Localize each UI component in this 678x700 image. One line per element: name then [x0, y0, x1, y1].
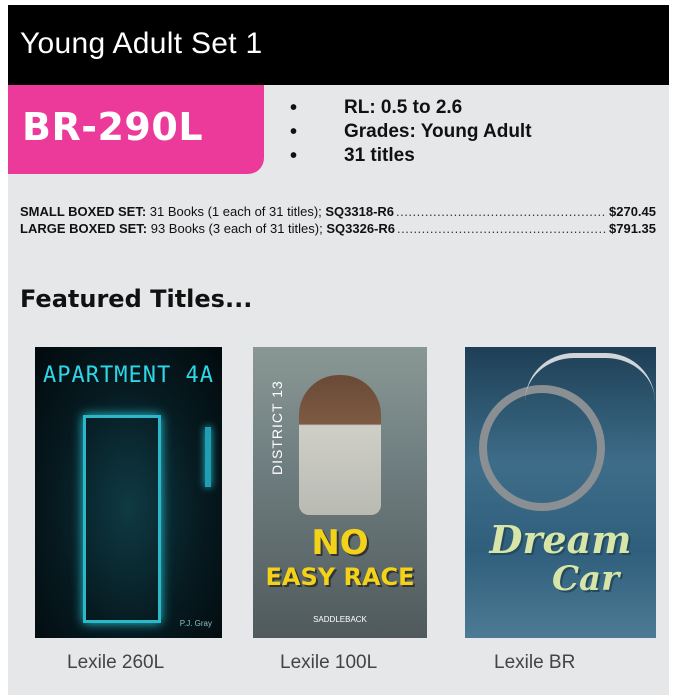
- detail-title-count: • 31 titles: [290, 145, 415, 167]
- lexile-badge: BR-290L: [8, 85, 264, 174]
- dot-leader: ........................................…: [397, 221, 607, 236]
- lexile-caption-2: Lexile 100L: [280, 652, 378, 673]
- bullet-icon: •: [290, 121, 298, 143]
- cover-title-line-2: EASY RACE: [265, 563, 415, 591]
- book-cover-dream-car[interactable]: Dream Car: [465, 347, 656, 638]
- featured-heading: Featured Titles...: [20, 285, 253, 313]
- dot-leader: ........................................…: [396, 204, 607, 219]
- set-header: Young Adult Set 1: [8, 5, 669, 85]
- cover-author: P.J. Gray: [179, 619, 212, 628]
- cover-title-line-1: Dream: [489, 517, 632, 562]
- lexile-level: BR-290L: [22, 105, 204, 149]
- set-code: SQ3326-R6: [326, 221, 395, 236]
- set-description: 31 Books (1 each of 31 titles);: [146, 204, 326, 219]
- book-cover-no-easy-race[interactable]: DISTRICT 13 NO EASY RACE SADDLEBACK: [253, 347, 427, 638]
- steering-wheel-icon: [479, 385, 605, 511]
- set-name: LARGE BOXED SET:: [20, 221, 148, 236]
- large-boxed-set-row: LARGE BOXED SET: 93 Books (3 each of 31 …: [20, 220, 656, 237]
- boxed-set-pricing: SMALL BOXED SET: 31 Books (1 each of 31 …: [20, 203, 656, 237]
- cover-publisher: SADDLEBACK: [313, 615, 367, 624]
- set-code: SQ3318-R6: [325, 204, 395, 219]
- set-title: Young Adult Set 1: [20, 27, 263, 60]
- lexile-caption-3: Lexile BR: [494, 652, 576, 673]
- small-boxed-set-row: SMALL BOXED SET: 31 Books (1 each of 31 …: [20, 203, 656, 220]
- set-name: SMALL BOXED SET:: [20, 204, 147, 219]
- windshield-icon: [525, 353, 655, 402]
- window-light-icon: [205, 427, 211, 487]
- door-frame-icon: [83, 415, 161, 623]
- cover-title: APARTMENT 4A: [43, 363, 214, 388]
- bullet-icon: •: [290, 97, 298, 119]
- set-description: 93 Books (3 each of 31 titles);: [147, 221, 327, 236]
- book-cover-apartment-4a[interactable]: APARTMENT 4A P.J. Gray: [35, 347, 222, 638]
- set-price: $270.45: [609, 204, 656, 219]
- set-details-list: • RL: 0.5 to 2.6 • Grades: Young Adult • 31…: [290, 96, 532, 168]
- detail-reading-level: • RL: 0.5 to 2.6: [290, 97, 463, 119]
- catalog-panel: Young Adult Set 1 BR-290L • RL: 0.5 to 2.…: [8, 5, 669, 695]
- detail-grades: • Grades: Young Adult: [290, 121, 532, 143]
- lexile-caption-1: Lexile 260L: [67, 652, 165, 673]
- bullet-icon: •: [290, 145, 298, 167]
- set-price: $791.35: [609, 221, 656, 236]
- cover-title-line-2: Car: [551, 559, 619, 599]
- cover-series: DISTRICT 13: [269, 380, 285, 475]
- cover-title-line-1: NO: [311, 523, 369, 563]
- runner-figure-icon: [299, 375, 381, 515]
